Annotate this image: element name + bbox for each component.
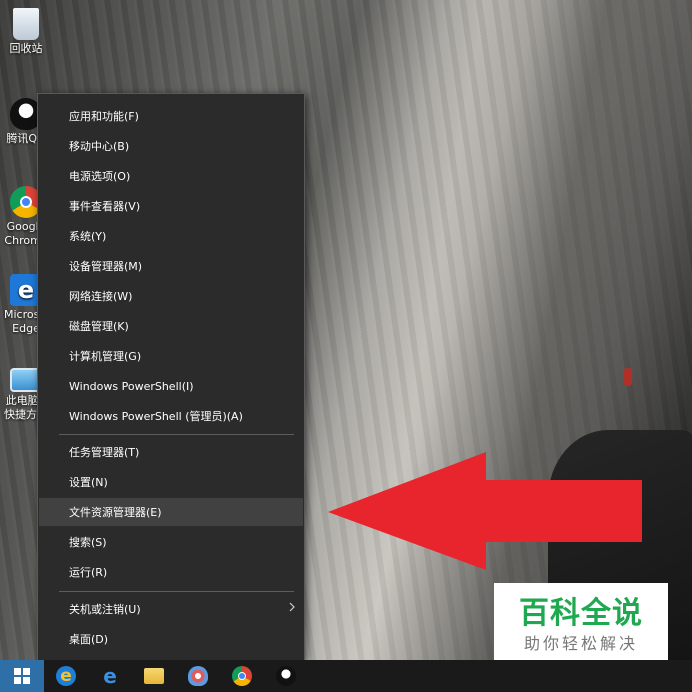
taskbar-ie[interactable]: e: [44, 660, 88, 692]
menu-item-settings[interactable]: 设置(N): [39, 468, 303, 496]
taskbar-chrome[interactable]: [220, 660, 264, 692]
menu-item-label: 系统(Y): [69, 230, 107, 243]
menu-item-shutdown-signout[interactable]: 关机或注销(U): [39, 595, 303, 623]
menu-item-event-viewer[interactable]: 事件查看器(V): [39, 192, 303, 220]
menu-item-label: Windows PowerShell(I): [69, 379, 194, 393]
menu-item-task-manager[interactable]: 任务管理器(T): [39, 438, 303, 466]
menu-item-label: 关机或注销(U): [69, 603, 141, 616]
menu-item-powershell-admin[interactable]: Windows PowerShell (管理员)(A): [39, 402, 303, 430]
menu-item-run[interactable]: 运行(R): [39, 558, 303, 586]
menu-item-file-explorer[interactable]: 文件资源管理器(E): [39, 498, 303, 526]
menu-item-mobility-center[interactable]: 移动中心(B): [39, 132, 303, 160]
menu-item-power-options[interactable]: 电源选项(O): [39, 162, 303, 190]
start-button[interactable]: [0, 660, 44, 692]
menu-item-device-manager[interactable]: 设备管理器(M): [39, 252, 303, 280]
watermark-title: 百科全说: [519, 596, 643, 631]
menu-item-desktop[interactable]: 桌面(D): [39, 625, 303, 653]
paint-icon: [188, 666, 208, 686]
red-arrow-annotation: [328, 452, 642, 570]
menu-item-disk-management[interactable]: 磁盘管理(K): [39, 312, 303, 340]
chrome-icon: [232, 666, 252, 686]
winx-context-menu: 应用和功能(F) 移动中心(B) 电源选项(O) 事件查看器(V) 系统(Y) …: [37, 93, 305, 661]
menu-item-label: 应用和功能(F): [69, 110, 139, 123]
taskbar-qq[interactable]: [264, 660, 308, 692]
watermark-subtitle: 助你轻松解决: [523, 634, 638, 653]
menu-separator: [59, 434, 294, 435]
menu-item-label: 文件资源管理器(E): [69, 506, 162, 519]
menu-item-label: Windows PowerShell (管理员)(A): [69, 410, 243, 423]
menu-item-label: 设备管理器(M): [69, 260, 143, 273]
menu-item-system[interactable]: 系统(Y): [39, 222, 303, 250]
desktop-icon-label: 回收站: [9, 42, 43, 55]
menu-item-network-connections[interactable]: 网络连接(W): [39, 282, 303, 310]
ie-icon: e: [56, 666, 76, 686]
taskbar-paint[interactable]: [176, 660, 220, 692]
menu-item-label: 运行(R): [69, 566, 108, 579]
windows-logo-icon: [14, 668, 30, 684]
menu-separator: [59, 591, 294, 592]
wallpaper-climber: [624, 368, 632, 386]
qq-icon: [276, 666, 296, 686]
menu-item-apps-features[interactable]: 应用和功能(F): [39, 102, 303, 130]
menu-item-label: 移动中心(B): [69, 140, 130, 153]
edge-icon: e: [103, 664, 117, 688]
menu-item-label: 搜索(S): [69, 536, 107, 549]
file-explorer-icon: [144, 668, 164, 684]
menu-item-label: 计算机管理(G): [69, 350, 142, 363]
menu-item-powershell[interactable]: Windows PowerShell(I): [39, 372, 303, 400]
watermark-logo: 百科全说 助你轻松解决: [494, 583, 668, 667]
menu-item-label: 设置(N): [69, 476, 108, 489]
taskbar-edge[interactable]: e: [88, 660, 132, 692]
menu-item-label: 网络连接(W): [69, 290, 133, 303]
menu-item-label: 磁盘管理(K): [69, 320, 129, 333]
desktop-icon-recycle-bin[interactable]: 回收站: [4, 8, 48, 56]
menu-item-label: 电源选项(O): [69, 170, 131, 183]
taskbar: e e: [0, 660, 692, 692]
menu-item-search[interactable]: 搜索(S): [39, 528, 303, 556]
menu-item-computer-management[interactable]: 计算机管理(G): [39, 342, 303, 370]
menu-item-label: 任务管理器(T): [69, 446, 140, 459]
menu-item-label: 事件查看器(V): [69, 200, 141, 213]
chevron-right-icon: [289, 602, 295, 612]
recycle-bin-icon: [13, 8, 39, 40]
taskbar-file-explorer[interactable]: [132, 660, 176, 692]
menu-item-label: 桌面(D): [69, 633, 109, 646]
